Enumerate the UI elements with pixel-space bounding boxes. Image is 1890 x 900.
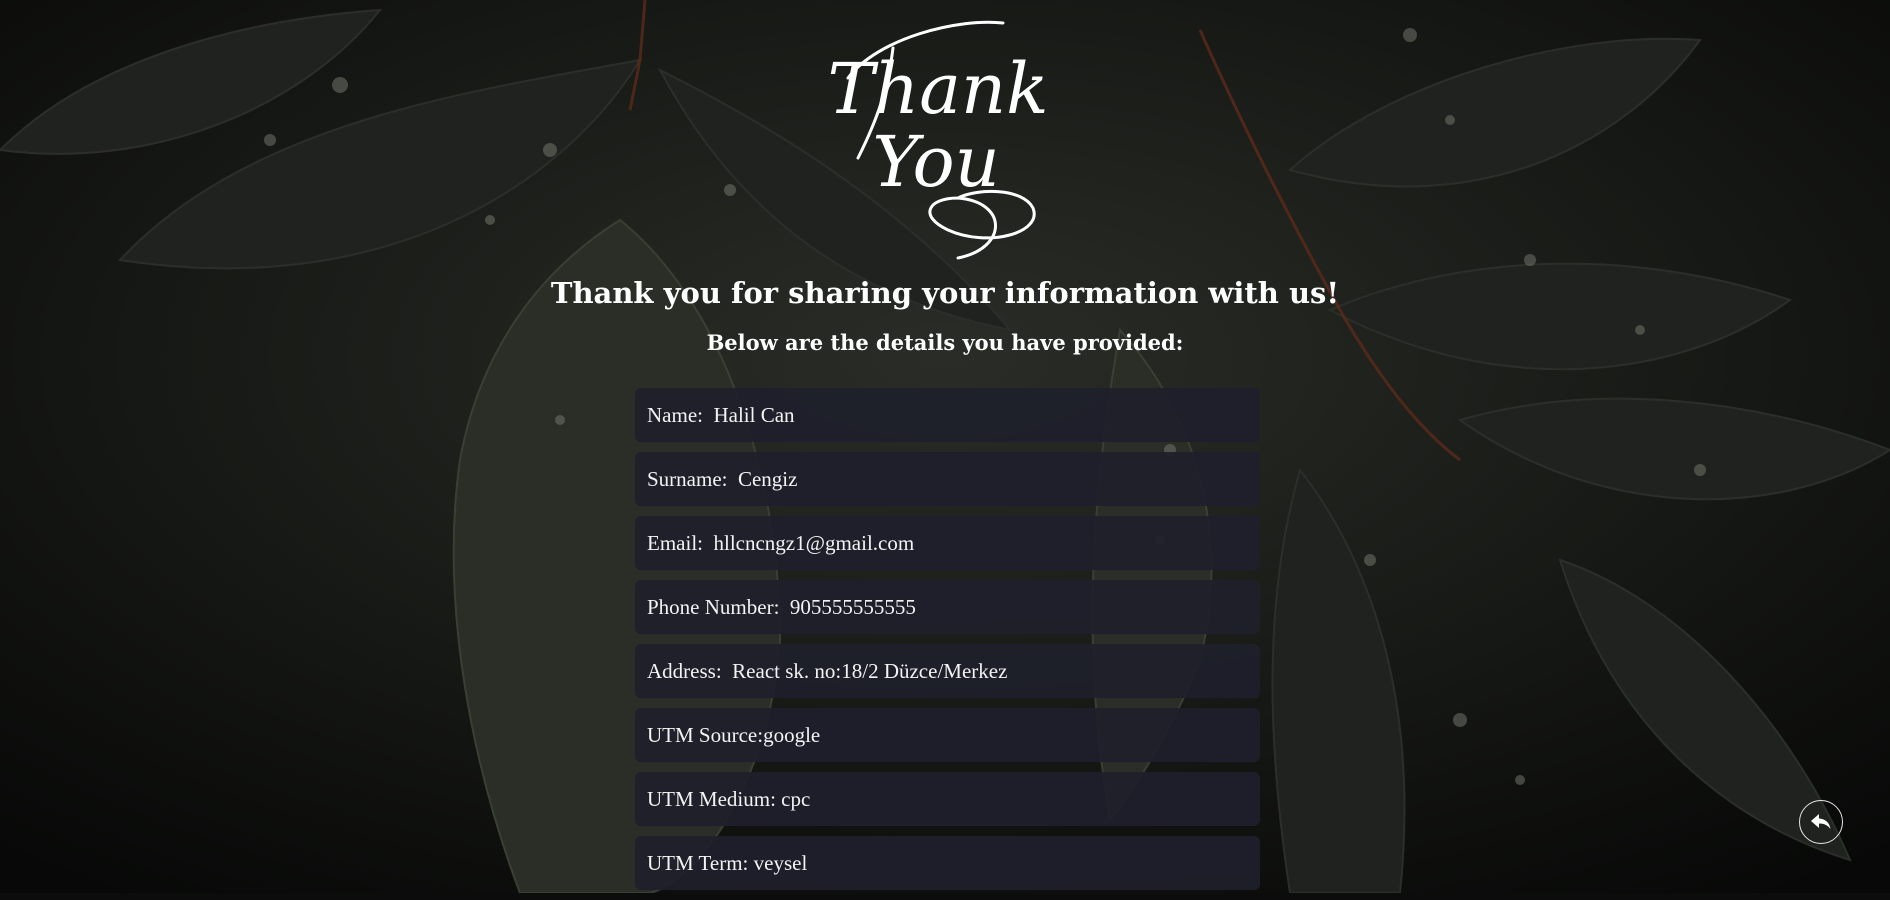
detail-value: cpc	[781, 786, 811, 811]
page-title: Thank you for sharing your information w…	[550, 276, 1340, 310]
detail-label: Surname:	[647, 466, 728, 491]
reply-arrow-icon	[1811, 814, 1831, 829]
detail-phone-number: Phone Number: 905555555555	[635, 580, 1260, 634]
detail-utm-source: UTM Source: google	[635, 708, 1260, 762]
detail-label: Phone Number:	[647, 594, 780, 619]
detail-value: Cengiz	[737, 466, 798, 491]
logo-text-line1: Thank	[827, 48, 1048, 130]
detail-label: Email:	[647, 530, 703, 555]
detail-surname: Surname: Cengiz	[635, 452, 1260, 506]
detail-address: Address: React sk. no:18/2 Düzce/Merkez	[635, 644, 1260, 698]
detail-value: google	[763, 722, 821, 747]
page-subtitle: Below are the details you have provided:	[706, 330, 1184, 355]
detail-value: veysel	[753, 850, 808, 875]
details-list: Name: Halil Can Surname: Cengiz Email: h…	[635, 388, 1260, 900]
thank-you-script-logo: Thank You	[827, 20, 1049, 260]
detail-label: Name:	[647, 402, 703, 427]
detail-utm-term: UTM Term: veysel	[635, 836, 1260, 890]
detail-value: 905555555555	[789, 594, 916, 619]
logo-text-line2: You	[872, 121, 999, 203]
detail-label: UTM Medium:	[647, 786, 776, 811]
detail-label: UTM Source:	[647, 722, 764, 747]
detail-value: hllcncngz1@gmail.com	[713, 530, 915, 555]
detail-name: Name: Halil Can	[635, 388, 1260, 442]
detail-utm-medium: UTM Medium: cpc	[635, 772, 1260, 826]
back-button[interactable]	[1799, 800, 1843, 844]
detail-label: Address:	[647, 658, 722, 683]
detail-email: Email: hllcncngz1@gmail.com	[635, 516, 1260, 570]
detail-value: Halil Can	[713, 402, 795, 427]
detail-value: React sk. no:18/2 Düzce/Merkez	[732, 658, 1008, 683]
detail-label: UTM Term:	[647, 850, 749, 875]
